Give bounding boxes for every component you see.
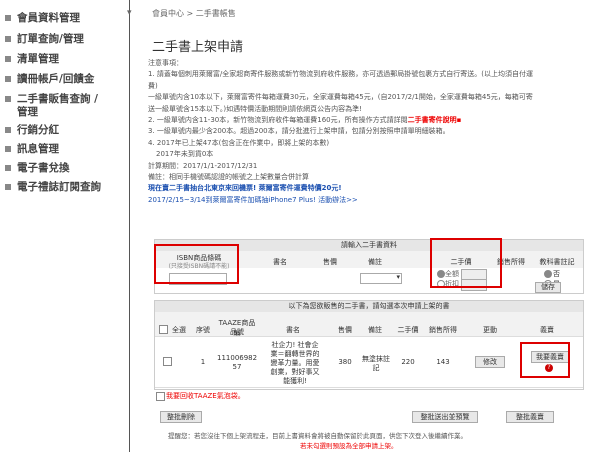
sidebar-item-label: 會員資料管理 [17, 12, 80, 24]
notes-line: 一級單號内含10本以下，萊爾富寄件每箱運費30元，全家運費每箱45元，(自201… [148, 93, 533, 102]
sidebar-item-label: 清單管理 [17, 53, 59, 65]
notes-line: 送一級單號含15本以下。)如遇特價活動期間則請依網頁公告内容為準! [148, 104, 362, 113]
row-income: 143 [436, 358, 450, 366]
sidebar-divider [129, 0, 130, 452]
bullet-icon [5, 96, 11, 102]
bullet-icon [5, 56, 11, 62]
sidebar-item-label: 訂單查詢/管理 [17, 33, 84, 45]
sidebar: 會員資料管理 訂單查詢/管理 清單管理 讀冊帳戶/回饋金 二手書販售查詢 / 管理… [0, 0, 128, 452]
notes-line: 備註：相同手機號碼認證的帳號之上架數量合併計算 [148, 173, 309, 182]
divider-arrow-icon: ▾ [127, 8, 132, 18]
highlight-used-price [430, 238, 502, 288]
col-remark: 備註 [368, 258, 382, 266]
remark-select[interactable]: ▾ [360, 273, 402, 284]
save-button[interactable]: 儲存 [535, 282, 561, 293]
sidebar-item-member-info[interactable]: 會員資料管理 [5, 12, 80, 25]
main-content: 會員中心 > 二手書帳售 二手書上架申請 注意事項： 1. 請蓋每個刺用萊爾富/… [140, 0, 595, 452]
sidebar-item-label: 二手書販售查詢 / [17, 93, 98, 105]
sidebar-item-label: 電子禮誌訂閱查詢 [17, 181, 101, 193]
page-title: 二手書上架申請 [152, 40, 244, 55]
col-used-price: 二手價 [397, 326, 419, 334]
breadcrumb: 會員中心 > 二手書帳售 [152, 9, 236, 18]
row-price: 380 [338, 358, 352, 366]
notes-line: 2017年未到貨0本 [156, 150, 214, 159]
sale-list-header: 以下為您欲販售的二手書，請勾選本次申請上架的書 [155, 301, 583, 312]
col-price: 售價 [323, 258, 337, 266]
col-seq: 序號 [196, 326, 210, 334]
highlight-charity-sale [520, 342, 570, 378]
row-checkbox[interactable] [163, 357, 172, 366]
sidebar-item-orders[interactable]: 訂單查詢/管理 [5, 33, 84, 46]
highlight-isbn [154, 244, 239, 284]
row-divider [155, 387, 583, 388]
recycle-bag-label: 我要回收TAAZE氣泡袋。 [166, 392, 245, 400]
batch-charity-button[interactable]: 整批義賣 [506, 411, 554, 423]
notes-line: 計算期間：2017/1/1-2017/12/31 [148, 161, 258, 170]
sidebar-item-label: 電子書兌換 [17, 162, 70, 174]
bullet-icon [5, 15, 11, 21]
notes-line: 4. 2017年已上架47本(包含正在作業中，即將上架的本數) [148, 138, 330, 147]
footer-note: 提醒您：若您沒往下個上架流程走，目前上書資料會將被自動保留於此頁面，供您下次登入… [168, 432, 467, 440]
bullet-icon [5, 184, 11, 190]
edit-button[interactable]: 修改 [475, 356, 505, 368]
recycle-bag-checkbox[interactable] [156, 392, 165, 401]
sidebar-item-ebook-redeem[interactable]: 電子書兌換 [5, 162, 70, 175]
row-used-price: 220 [401, 358, 415, 366]
bullet-icon [5, 36, 11, 42]
bullet-icon [5, 127, 11, 133]
sidebar-item-label: 行銷分紅 [17, 124, 59, 136]
notes-line: 注意事項： [148, 59, 183, 67]
col-title: 書名 [286, 326, 300, 334]
promo-link[interactable]: 2017/2/15~3/14到萊爾富寄件加碼抽iPhone7 Plus! 活動辦… [148, 195, 588, 206]
col-textbook: 教科書註記 [539, 258, 575, 266]
header-divider [155, 336, 583, 337]
notes-text: 2. 一級單號内含11-30本，新竹物流到府收件每箱運費160元，所有操作方式請… [148, 116, 408, 125]
chevron-down-icon: ▾ [396, 273, 400, 281]
sidebar-item-label: 訊息管理 [17, 143, 59, 155]
sidebar-item-secondhand[interactable]: 二手書販售查詢 / 管理 [5, 93, 98, 119]
radio-textbook-no-label: 否 [553, 270, 560, 278]
col-fee: 義賣 [540, 326, 554, 334]
col-income: 銷售所得 [429, 326, 457, 334]
col-edit: 更動 [483, 326, 497, 334]
footer-warning: 若未勾選則預設為全部申請上架。 [300, 442, 398, 450]
row-title-5: 能獲利! [283, 377, 307, 385]
bullet-icon [5, 76, 11, 82]
sidebar-item-account[interactable]: 讀冊帳戶/回饋金 [5, 73, 94, 86]
col-remark: 備註 [368, 326, 382, 334]
radio-textbook-no[interactable] [544, 270, 552, 278]
batch-delete-button[interactable]: 整批刪除 [160, 411, 202, 423]
notes-line: 費) [148, 81, 158, 90]
promo-line[interactable]: 現在賣二手書抽台北東京來回機票! 萊爾富寄件運費特價20元! [148, 183, 588, 194]
col-title: 書名 [273, 258, 287, 266]
sidebar-item-subscriptions[interactable]: 電子禮誌訂閱查詢 [5, 181, 101, 194]
sidebar-item-lists[interactable]: 清單管理 [5, 53, 59, 66]
row-taaze-no: 111006982 [217, 354, 258, 362]
sidebar-item-affiliate[interactable]: 行銷分紅 [5, 124, 59, 137]
notes-line: 2. 一級單號内含11-30本，新竹物流到府收件每箱運費160元，所有操作方式請… [148, 115, 588, 126]
sidebar-item-label-cont: 管理 [17, 106, 38, 118]
shipping-guide-link[interactable]: 二手書寄件說明▪ [408, 116, 462, 124]
notes: 注意事項： 1. 請蓋每個刺用萊爾富/全家超商寄件服務或新竹物流到府收件服務，亦… [148, 58, 588, 206]
row-seq: 1 [200, 358, 206, 366]
batch-submit-button[interactable]: 整批送出並預覽 [412, 411, 478, 423]
sidebar-item-label: 讀冊帳戶/回饋金 [17, 73, 95, 85]
notes-line: 3. 一級單號内最少含200本。超過200本，請分批進行上架申請，包請分別按照申… [148, 127, 450, 136]
bullet-icon [5, 165, 11, 171]
col-price: 售價 [338, 326, 352, 334]
sidebar-item-messages[interactable]: 訊息管理 [5, 143, 59, 156]
row-remark-cont: 記 [372, 364, 380, 372]
col-select-all: 全選 [172, 326, 186, 334]
notes-line: 1. 請蓋每個刺用萊爾富/全家超商寄件服務或新竹物流到府收件服務，亦可透過郵局掛… [148, 70, 533, 79]
row-taaze-no-cont: 57 [232, 363, 242, 371]
bullet-icon [5, 146, 11, 152]
